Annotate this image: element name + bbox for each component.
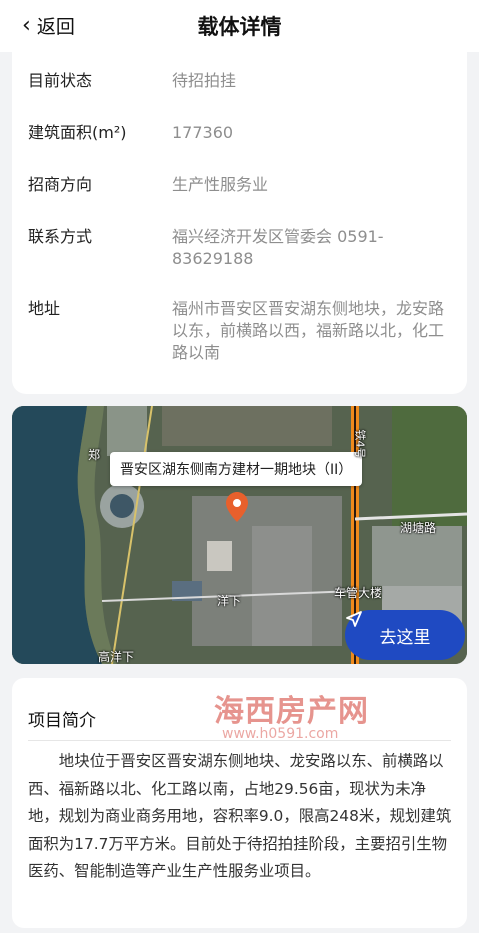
map-place-zheng: 郑 (88, 448, 101, 462)
contact-value[interactable]: 福兴经济开发区管委会 0591-83629188 (172, 226, 458, 270)
info-card: 目前状态 待招拍挂 建筑面积(m²) 177360 招商方向 生产性服务业 联系… (12, 52, 467, 394)
back-label: 返回 (36, 16, 75, 38)
map-place-vehicle-building: 车管大楼 (334, 586, 383, 600)
status-row: 目前状态 待招拍挂 (28, 70, 458, 92)
top-nav-bar: ‹ 返回 载体详情 (0, 0, 479, 52)
map-place-metro-4: 铁4号 (353, 429, 367, 459)
map-place-hutang-road: 湖塘路 (400, 521, 437, 535)
area-row: 建筑面积(m²) 177360 (28, 122, 458, 144)
area-value: 177360 (172, 123, 234, 142)
address-label: 地址 (28, 299, 61, 318)
direction-label: 招商方向 (28, 175, 93, 194)
intro-heading: 项目简介 (28, 711, 96, 731)
intro-divider (28, 740, 451, 741)
map-place-gaoyangxia: 高洋下 (98, 650, 135, 664)
address-value: 福州市晋安区晋安湖东侧地块，龙安路以东，前横路以西，福新路以北，化工路以南 (172, 299, 445, 362)
back-button[interactable]: ‹ 返回 (22, 12, 75, 39)
page-title: 载体详情 (197, 15, 282, 39)
location-pin-icon[interactable] (226, 492, 248, 524)
intro-body: 地块位于晋安区晋安湖东侧地块、龙安路以东、前横路以西、福新路以北、化工路以南，占… (28, 752, 452, 880)
navigation-arrow-icon (346, 611, 362, 627)
status-value: 待招拍挂 (172, 71, 237, 90)
direction-row: 招商方向 生产性服务业 (28, 174, 458, 196)
map-marker-label: 晋安区湖东侧南方建材一期地块（II） (110, 452, 363, 486)
chevron-left-icon: ‹ (22, 12, 31, 38)
satellite-map[interactable]: 晋安区湖东侧南方建材一期地块（II） 郑 湖塘路 洋下 车管大楼 高洋下 铁4号… (12, 406, 467, 664)
direction-value: 生产性服务业 (172, 175, 269, 194)
contact-row: 联系方式 福兴经济开发区管委会 0591-83629188 (28, 226, 458, 270)
contact-label: 联系方式 (28, 227, 93, 246)
address-row: 地址 福州市晋安区晋安湖东侧地块，龙安路以东，前横路以西，福新路以北，化工路以南 (28, 298, 458, 364)
intro-card: 项目简介 地块位于晋安区晋安湖东侧地块、龙安路以东、前横路以西、福新路以北、化工… (12, 678, 467, 928)
map-place-yangxia: 洋下 (217, 594, 242, 608)
area-label: 建筑面积(m²) (28, 123, 127, 142)
navigate-here-label: 去这里 (379, 627, 431, 648)
status-label: 目前状态 (28, 71, 93, 90)
navigate-here-button[interactable]: 去这里 (345, 610, 465, 660)
